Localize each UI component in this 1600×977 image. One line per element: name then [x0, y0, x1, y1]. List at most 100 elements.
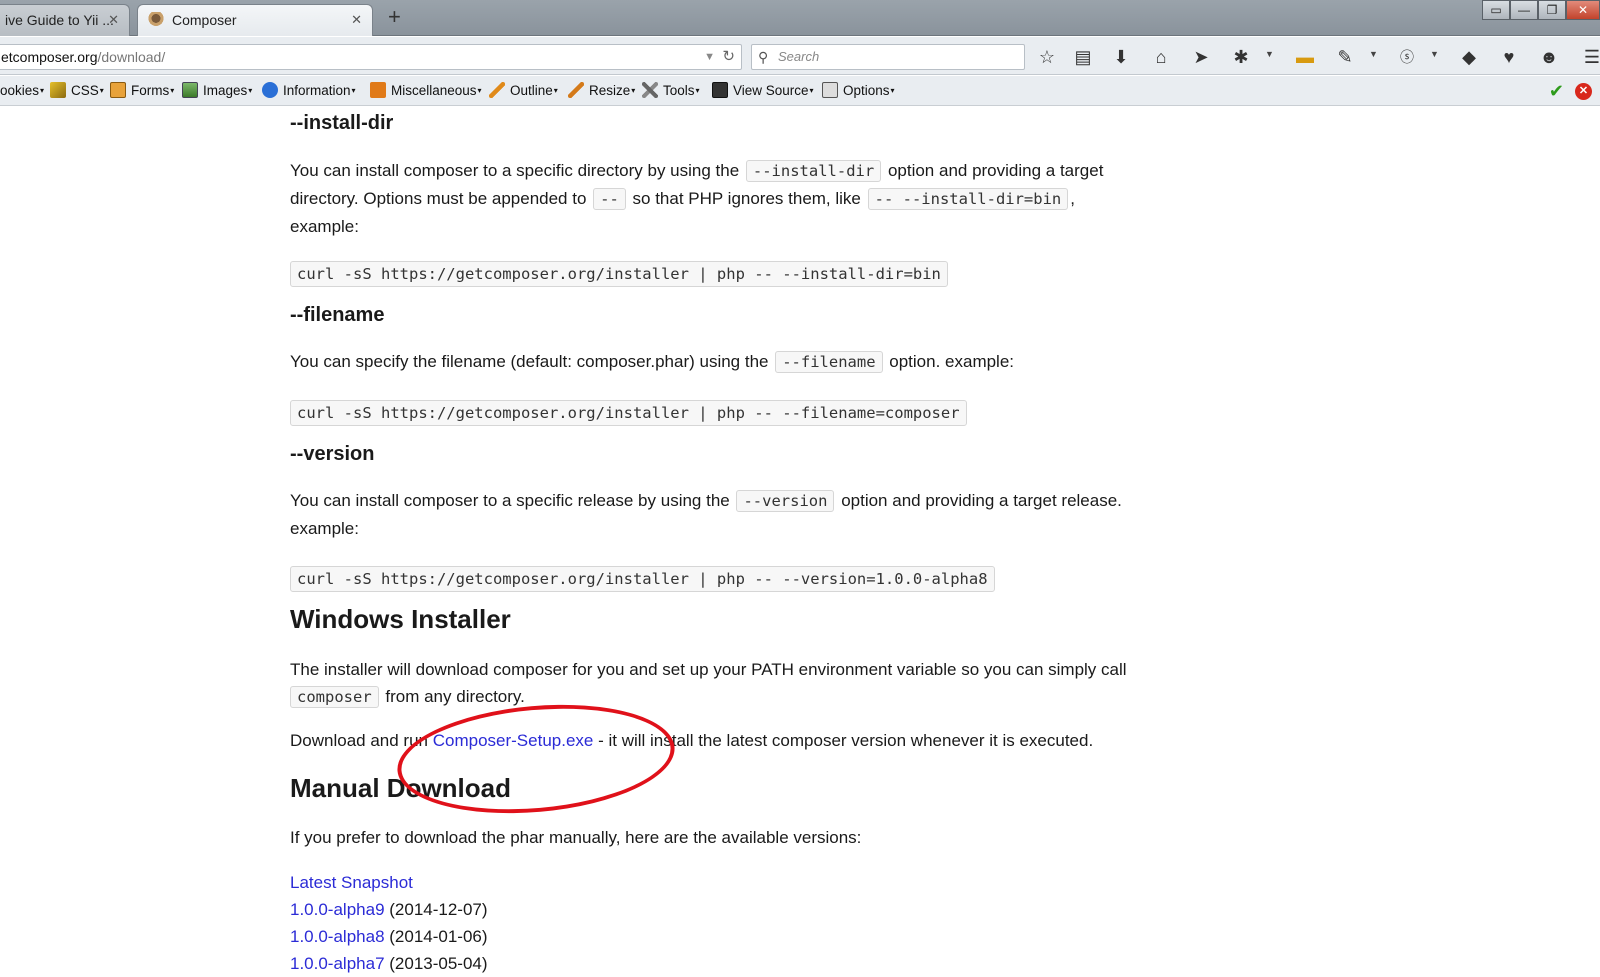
install-dir-code-block: curl -sS https://getcomposer.org/install… [290, 261, 948, 287]
s-badge-icon[interactable]: ⓢ [1395, 45, 1419, 69]
inline-code: --install-dir [745, 160, 882, 182]
text: directory. Options must be appended to [290, 189, 592, 208]
download-icon[interactable]: ⬇ [1109, 45, 1133, 69]
close-tab-icon[interactable]: ✕ [351, 5, 362, 35]
version-link[interactable]: 1.0.0-alpha7 [290, 954, 385, 973]
text: You can install composer to a specific r… [290, 491, 735, 510]
latest-snapshot-link[interactable]: Latest Snapshot [290, 873, 413, 892]
devbar-tools[interactable]: Tools▾ [642, 76, 700, 106]
close-tab-icon[interactable]: ✕ [108, 5, 119, 35]
chevron-down-icon: ▾ [553, 86, 558, 95]
reading-list-icon[interactable]: ▤ [1071, 45, 1095, 69]
devbar-cookies[interactable]: ookies▾ [0, 76, 44, 106]
text: You can specify the filename (default: c… [290, 352, 774, 371]
version-date: (2014-01-06) [384, 927, 488, 946]
error-icon[interactable]: ✕ [1575, 83, 1592, 100]
star-icon[interactable]: ☆ [1035, 45, 1059, 69]
devbar-label: Images [203, 83, 248, 98]
devbar-label: CSS [71, 83, 99, 98]
chevron-down-icon: ▾ [631, 86, 636, 95]
list-item: 1.0.0-alpha9 (2014-12-07) [290, 896, 488, 923]
text: option and providing a target release. [836, 491, 1122, 510]
text: option and providing a target [883, 161, 1104, 180]
home-icon[interactable]: ⌂ [1149, 45, 1173, 69]
devbar-css[interactable]: CSS▾ [50, 76, 104, 106]
plugin-icon[interactable]: ◆ [1457, 45, 1481, 69]
list-item: 1.0.0-alpha8 (2014-01-06) [290, 923, 488, 950]
menu-icon[interactable]: ☰ [1580, 45, 1600, 69]
chevron-down-icon[interactable]: ▼ [1265, 49, 1274, 59]
version-heading: --version [290, 443, 375, 465]
devbar-label: Information [283, 83, 351, 98]
restore-button[interactable]: ❐ [1538, 0, 1566, 20]
devbar-forms[interactable]: Forms▾ [110, 76, 174, 106]
version-date: (2014-12-07) [384, 900, 488, 919]
chat-icon[interactable]: ☻ [1537, 45, 1561, 69]
text: Download and run [290, 731, 433, 750]
devbar-label: Forms [131, 83, 170, 98]
devbar-resize[interactable]: Resize▾ [568, 76, 635, 106]
devbar-label: Outline [510, 83, 553, 98]
search-icon: ⚲ [758, 49, 769, 65]
address-bar[interactable]: etcomposer.org/download/ ▼ ↻ [0, 44, 742, 70]
devbar-options[interactable]: Options▾ [822, 76, 895, 106]
history-dropdown-icon[interactable]: ▼ [704, 45, 715, 69]
version-paragraph: You can install composer to a specific r… [290, 487, 1190, 542]
devbar-miscellaneous[interactable]: Miscellaneous▾ [370, 76, 482, 106]
validation-ok-icon[interactable]: ✔ [1549, 76, 1564, 106]
devbar-images[interactable]: Images▾ [182, 76, 252, 106]
tab-yii-guide[interactable]: ive Guide to Yii ... ✕ [0, 4, 130, 36]
text: - it will install the latest composer ve… [593, 731, 1094, 750]
search-placeholder: Search [778, 49, 820, 64]
install-dir-heading: --install-dir [290, 112, 394, 134]
text: so that PHP ignores them, like [627, 189, 866, 208]
bug-icon[interactable]: ✱ [1229, 45, 1253, 69]
css-icon [50, 82, 66, 98]
slides-icon[interactable]: ▬ [1293, 45, 1317, 69]
info-icon [262, 82, 278, 98]
devbar-label: Tools [663, 83, 695, 98]
send-icon[interactable]: ➤ [1189, 45, 1213, 69]
forms-icon [110, 82, 126, 98]
text: option. example: [884, 352, 1015, 371]
navigation-bar: etcomposer.org/download/ ▼ ↻ ⚲ Search ☆ … [0, 37, 1600, 75]
minimize-button[interactable]: — [1510, 0, 1538, 20]
url-path: /download/ [97, 49, 166, 65]
devbar-label: Miscellaneous [391, 83, 477, 98]
ruler-icon [568, 82, 584, 98]
devbar-view-source[interactable]: View Source▾ [712, 76, 814, 106]
install-dir-paragraph: You can install composer to a specific d… [290, 157, 1190, 240]
tab-label: ive Guide to Yii ... [5, 12, 114, 28]
text: The installer will download composer for… [290, 660, 1127, 679]
chevron-down-icon[interactable]: ▼ [1430, 49, 1439, 59]
tile-windows-icon[interactable]: ▭ [1482, 0, 1510, 20]
dropper-icon[interactable]: ✎ [1333, 45, 1357, 69]
web-developer-toolbar: ookies▾ CSS▾ Forms▾ Images▾ Information▾… [0, 76, 1600, 106]
tab-label: Composer [172, 12, 237, 28]
chevron-down-icon: ▾ [99, 86, 104, 95]
filename-paragraph: You can specify the filename (default: c… [290, 348, 1190, 376]
chevron-down-icon[interactable]: ▼ [1369, 49, 1378, 59]
inline-code: -- [593, 188, 626, 210]
url-host: etcomposer.org [1, 49, 98, 65]
close-window-button[interactable]: ✕ [1566, 0, 1600, 20]
chevron-down-icon: ▾ [40, 86, 45, 95]
text: from any directory. [380, 687, 525, 706]
list-item: Latest Snapshot [290, 869, 413, 896]
chevron-down-icon: ▾ [890, 86, 895, 95]
options-icon [822, 82, 838, 98]
text: example: [290, 519, 359, 538]
search-input[interactable]: ⚲ Search [751, 44, 1025, 70]
devbar-outline[interactable]: Outline▾ [489, 76, 558, 106]
version-link[interactable]: 1.0.0-alpha8 [290, 927, 385, 946]
inline-code: --filename [775, 351, 883, 373]
devbar-information[interactable]: Information▾ [262, 76, 356, 106]
composer-setup-link[interactable]: Composer-Setup.exe [433, 731, 594, 750]
tab-composer[interactable]: Composer ✕ [137, 4, 373, 36]
version-link[interactable]: 1.0.0-alpha9 [290, 900, 385, 919]
list-item: 1.0.0-alpha7 (2013-05-04) [290, 950, 488, 977]
new-tab-button[interactable]: + [388, 6, 401, 28]
reload-icon[interactable]: ↻ [722, 45, 735, 69]
share-icon[interactable]: ♥ [1497, 45, 1521, 69]
tools-icon [642, 82, 658, 98]
